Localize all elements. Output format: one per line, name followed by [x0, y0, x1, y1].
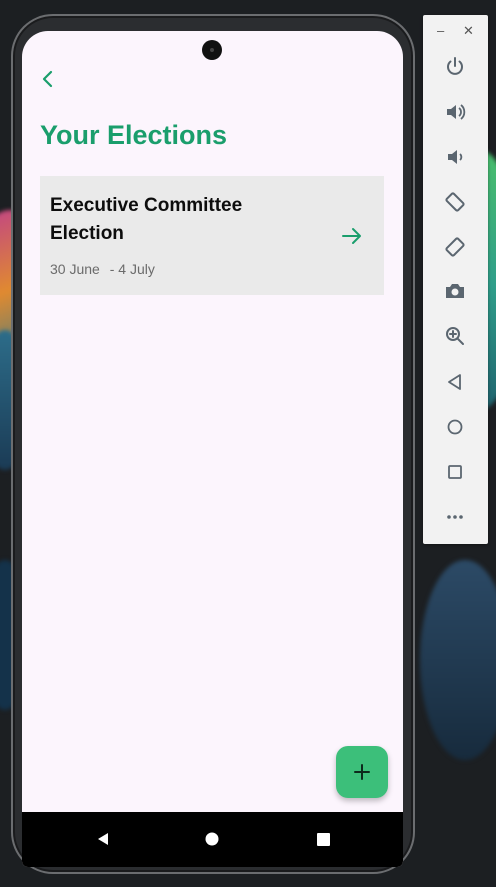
nav-home-button[interactable] [199, 826, 225, 852]
emulator-back-button[interactable] [442, 369, 468, 395]
nav-overview-button[interactable] [310, 826, 336, 852]
election-end-date: - 4 July [109, 261, 155, 277]
zoom-icon [446, 327, 464, 345]
nav-back-icon [98, 833, 108, 845]
minimize-icon[interactable]: – [437, 23, 444, 38]
power-icon [447, 57, 463, 75]
back-icon [448, 374, 461, 390]
volume-up-icon [447, 104, 466, 120]
screenshot-button[interactable] [442, 278, 468, 304]
more-options-button[interactable] [442, 504, 468, 530]
camera-icon [446, 284, 464, 298]
election-card[interactable]: Executive Committee Election 30 June - 4… [40, 176, 384, 295]
back-button[interactable] [32, 63, 64, 95]
plus-icon [354, 764, 370, 780]
election-start-date: 30 June [50, 261, 100, 277]
page-title: Your Elections [40, 120, 228, 150]
chevron-left-icon [42, 70, 53, 88]
arrow-right-icon [342, 228, 361, 244]
zoom-button[interactable] [442, 323, 468, 349]
rotate-left-icon [445, 192, 465, 212]
home-icon [447, 419, 463, 435]
election-name: Executive Committee Election [50, 195, 243, 244]
power-button[interactable] [442, 54, 468, 80]
election-dates: 30 June - 4 July [50, 261, 161, 277]
rotate-right-icon [445, 237, 465, 257]
emulator-toolbar: – ✕ [423, 15, 488, 544]
nav-home-icon [205, 832, 219, 846]
system-nav-bar [22, 812, 403, 867]
phone-frame: Your Elections Executive Committee Elect… [11, 14, 415, 874]
open-election-button[interactable] [340, 224, 364, 248]
emulator-home-button[interactable] [442, 414, 468, 440]
volume-down-icon [448, 150, 463, 164]
close-icon[interactable]: ✕ [463, 23, 474, 39]
overview-icon [448, 465, 462, 479]
add-election-button[interactable] [336, 746, 388, 798]
volume-down-button[interactable] [442, 144, 468, 170]
phone-screen: Your Elections Executive Committee Elect… [22, 31, 403, 867]
more-icon [447, 515, 463, 519]
rotate-right-button[interactable] [442, 234, 468, 260]
emulator-overview-button[interactable] [442, 459, 468, 485]
front-camera [202, 40, 222, 60]
status-bar [22, 31, 403, 61]
rotate-left-button[interactable] [442, 189, 468, 215]
nav-overview-icon [316, 832, 330, 846]
volume-up-button[interactable] [442, 99, 468, 125]
nav-back-button[interactable] [90, 826, 116, 852]
